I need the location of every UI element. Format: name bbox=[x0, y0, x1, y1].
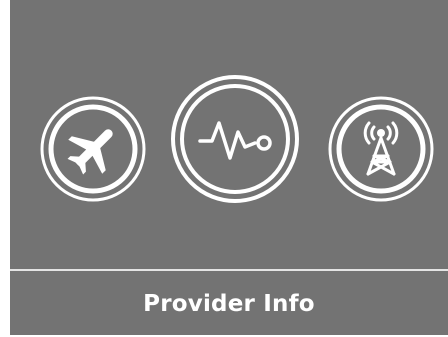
cell-tower-button[interactable] bbox=[328, 96, 434, 202]
footer-divider bbox=[10, 269, 448, 271]
icon-carousel bbox=[10, 0, 448, 270]
cell-tower-icon bbox=[328, 96, 434, 202]
diagnostics-waveform-icon bbox=[171, 75, 299, 203]
diagnostics-button[interactable] bbox=[170, 74, 300, 204]
airplane-mode-icon bbox=[40, 96, 146, 202]
airplane-mode-button[interactable] bbox=[40, 96, 146, 202]
settings-screen: Provider Info bbox=[10, 0, 448, 335]
selected-item-label: Provider Info bbox=[143, 291, 315, 317]
